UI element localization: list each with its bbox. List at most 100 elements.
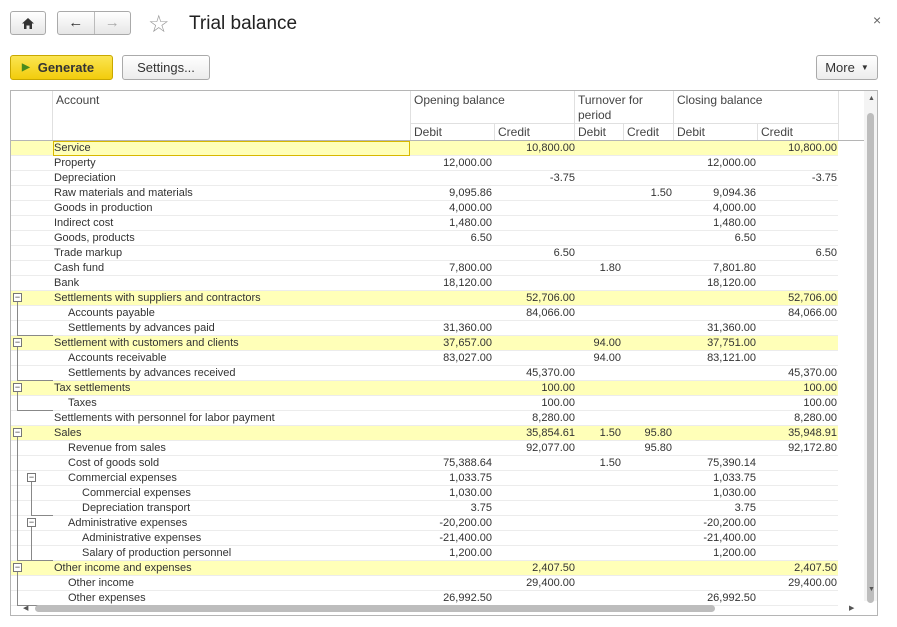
turnover-credit-cell[interactable] xyxy=(625,561,672,575)
opening-credit-cell[interactable]: 8,280.00 xyxy=(496,411,575,425)
opening-credit-cell[interactable]: 2,407.50 xyxy=(496,561,575,575)
turnover-debit-cell[interactable] xyxy=(577,561,621,575)
generate-button[interactable]: ▶ Generate xyxy=(10,55,113,80)
close-icon[interactable]: × xyxy=(873,12,881,28)
turnover-debit-cell[interactable] xyxy=(577,591,621,605)
turnover-credit-cell[interactable] xyxy=(625,396,672,410)
scroll-right-icon[interactable]: ▶ xyxy=(849,604,854,612)
closing-credit-cell[interactable]: 29,400.00 xyxy=(759,576,837,590)
turnover-debit-cell[interactable] xyxy=(577,501,621,515)
account-cell[interactable]: Settlement with customers and clients xyxy=(54,336,409,350)
opening-credit-cell[interactable]: 29,400.00 xyxy=(496,576,575,590)
opening-debit-cell[interactable] xyxy=(411,426,492,440)
turnover-debit-cell[interactable] xyxy=(577,471,621,485)
closing-debit-cell[interactable]: 83,121.00 xyxy=(675,351,756,365)
header-turnover-line1[interactable]: Turnover for xyxy=(578,93,643,107)
collapse-group-icon[interactable]: − xyxy=(27,473,36,482)
closing-credit-cell[interactable] xyxy=(759,531,837,545)
turnover-credit-cell[interactable] xyxy=(625,216,672,230)
table-row[interactable]: Goods, products 6.50 6.50 xyxy=(11,231,838,246)
opening-debit-cell[interactable] xyxy=(411,306,492,320)
opening-debit-cell[interactable] xyxy=(411,366,492,380)
turnover-debit-cell[interactable] xyxy=(577,546,621,560)
opening-credit-cell[interactable] xyxy=(496,351,575,365)
closing-credit-cell[interactable] xyxy=(759,201,837,215)
opening-credit-cell[interactable] xyxy=(496,216,575,230)
turnover-credit-cell[interactable] xyxy=(625,336,672,350)
opening-debit-cell[interactable]: 83,027.00 xyxy=(411,351,492,365)
table-row[interactable]: Cost of goods sold 75,388.64 1.50 75,390.14 xyxy=(11,456,838,471)
account-cell[interactable]: Revenue from sales xyxy=(68,441,423,455)
opening-debit-cell[interactable]: 18,120.00 xyxy=(411,276,492,290)
closing-credit-cell[interactable] xyxy=(759,156,837,170)
table-row[interactable]: Settlements with personnel for labor pay… xyxy=(11,411,838,426)
account-cell[interactable]: Commercial expenses xyxy=(82,486,437,500)
scroll-up-icon[interactable]: ▲ xyxy=(868,95,875,102)
home-button[interactable] xyxy=(10,11,46,35)
scroll-left-icon[interactable]: ◀ xyxy=(23,604,28,612)
turnover-debit-cell[interactable] xyxy=(577,276,621,290)
turnover-credit-cell[interactable] xyxy=(625,576,672,590)
closing-debit-cell[interactable]: 1,030.00 xyxy=(675,486,756,500)
account-cell[interactable]: Taxes xyxy=(68,396,423,410)
table-row[interactable]: Cash fund 7,800.00 1.80 7,801.80 xyxy=(11,261,838,276)
account-cell[interactable]: Service xyxy=(54,141,409,155)
closing-debit-cell[interactable]: 26,992.50 xyxy=(675,591,756,605)
closing-debit-cell[interactable]: 12,000.00 xyxy=(675,156,756,170)
scroll-down-icon[interactable]: ▼ xyxy=(868,586,875,593)
closing-debit-cell[interactable] xyxy=(675,306,756,320)
table-row[interactable]: Indirect cost 1,480.00 1,480.00 xyxy=(11,216,838,231)
turnover-debit-cell[interactable] xyxy=(577,516,621,530)
turnover-debit-cell[interactable] xyxy=(577,321,621,335)
turnover-debit-cell[interactable] xyxy=(577,231,621,245)
closing-credit-cell[interactable] xyxy=(759,231,837,245)
turnover-credit-cell[interactable]: 95.80 xyxy=(625,441,672,455)
turnover-credit-cell[interactable] xyxy=(625,456,672,470)
closing-debit-cell[interactable]: 1,033.75 xyxy=(675,471,756,485)
turnover-debit-cell[interactable] xyxy=(577,201,621,215)
opening-credit-cell[interactable]: 45,370.00 xyxy=(496,366,575,380)
turnover-debit-cell[interactable] xyxy=(577,381,621,395)
closing-credit-cell[interactable] xyxy=(759,516,837,530)
opening-credit-cell[interactable] xyxy=(496,516,575,530)
turnover-debit-cell[interactable] xyxy=(577,216,621,230)
more-button[interactable]: More ▼ xyxy=(816,55,878,80)
closing-credit-cell[interactable]: 45,370.00 xyxy=(759,366,837,380)
table-row[interactable]: Revenue from sales 92,077.00 95.80 92,172.8… xyxy=(11,441,838,456)
table-row[interactable]: Commercial expenses 1,030.00 1,030.00 xyxy=(11,486,838,501)
opening-debit-cell[interactable]: 3.75 xyxy=(411,501,492,515)
opening-credit-cell[interactable]: 84,066.00 xyxy=(496,306,575,320)
header-closing-debit[interactable]: Debit xyxy=(677,125,705,139)
closing-debit-cell[interactable]: 4,000.00 xyxy=(675,201,756,215)
horizontal-scroll-thumb[interactable] xyxy=(35,605,715,612)
opening-debit-cell[interactable]: 75,388.64 xyxy=(411,456,492,470)
table-row[interactable]: Accounts receivable 83,027.00 94.00 83,121.… xyxy=(11,351,838,366)
account-cell[interactable]: Cash fund xyxy=(54,261,409,275)
opening-credit-cell[interactable]: 35,854.61 xyxy=(496,426,575,440)
turnover-debit-cell[interactable] xyxy=(577,141,621,155)
turnover-debit-cell[interactable]: 1.80 xyxy=(577,261,621,275)
account-cell[interactable]: Goods, products xyxy=(54,231,409,245)
opening-credit-cell[interactable]: 100.00 xyxy=(496,381,575,395)
closing-debit-cell[interactable]: 1,200.00 xyxy=(675,546,756,560)
collapse-group-icon[interactable]: − xyxy=(13,293,22,302)
table-row[interactable]: Accounts payable 84,066.00 84,066.00 xyxy=(11,306,838,321)
forward-button[interactable]: → xyxy=(93,12,131,34)
account-cell[interactable]: Property xyxy=(54,156,409,170)
turnover-credit-cell[interactable] xyxy=(625,291,672,305)
account-cell[interactable]: Settlements by advances received xyxy=(68,366,423,380)
turnover-credit-cell[interactable] xyxy=(625,261,672,275)
opening-debit-cell[interactable]: 1,200.00 xyxy=(411,546,492,560)
opening-debit-cell[interactable] xyxy=(411,411,492,425)
turnover-debit-cell[interactable] xyxy=(577,186,621,200)
closing-credit-cell[interactable] xyxy=(759,261,837,275)
account-cell[interactable]: Accounts payable xyxy=(68,306,423,320)
favorite-star-icon[interactable]: ☆ xyxy=(148,10,170,39)
table-row[interactable]: − Sales 35,854.61 1.50 95.80 35,948.91 xyxy=(11,426,838,441)
opening-debit-cell[interactable] xyxy=(411,141,492,155)
turnover-debit-cell[interactable]: 1.50 xyxy=(577,426,621,440)
account-cell[interactable]: Other income xyxy=(68,576,423,590)
turnover-debit-cell[interactable] xyxy=(577,486,621,500)
opening-credit-cell[interactable] xyxy=(496,531,575,545)
opening-debit-cell[interactable] xyxy=(411,441,492,455)
